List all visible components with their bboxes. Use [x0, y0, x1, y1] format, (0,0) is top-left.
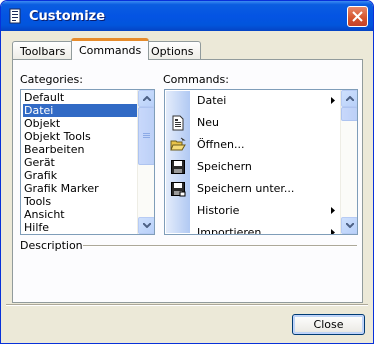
- close-icon: [352, 11, 363, 22]
- arrow-up-icon: [346, 96, 354, 101]
- categories-listbox[interactable]: Default Datei Objekt Objekt Tools Bearbe…: [20, 89, 155, 235]
- command-item[interactable]: Historie: [191, 200, 339, 222]
- command-item[interactable]: Speichern: [191, 156, 339, 178]
- list-item[interactable]: Hilfe: [23, 221, 137, 234]
- submenu-arrow-icon: [331, 207, 335, 214]
- title-bar[interactable]: Customize: [1, 1, 373, 31]
- scroll-down-button[interactable]: [341, 217, 357, 234]
- tab-options[interactable]: Options: [143, 41, 202, 60]
- categories-label: Categories:: [20, 73, 83, 86]
- list-item[interactable]: Grafik: [23, 169, 137, 182]
- command-label: Historie: [197, 204, 240, 217]
- close-window-button[interactable]: [347, 6, 368, 27]
- list-item[interactable]: Bearbeiten: [23, 143, 137, 156]
- command-item[interactable]: Speichern unter...: [191, 178, 339, 200]
- save-icon: [171, 160, 185, 174]
- scroll-up-button[interactable]: [138, 90, 154, 107]
- footer-divider: [6, 304, 368, 306]
- description-label: Description: [20, 239, 83, 252]
- list-item[interactable]: Tools: [23, 195, 137, 208]
- list-item[interactable]: Grafik Marker: [23, 182, 137, 195]
- list-item[interactable]: Ansicht: [23, 208, 137, 221]
- description-divider: [83, 245, 357, 247]
- list-item-selected[interactable]: Datei: [23, 104, 137, 117]
- command-label: Neu: [197, 116, 219, 129]
- command-label: Datei: [197, 94, 227, 107]
- arrow-up-icon: [143, 96, 151, 101]
- categories-scrollbar[interactable]: [137, 90, 154, 234]
- command-item[interactable]: Neu: [191, 112, 339, 134]
- list-item[interactable]: Objekt Tools: [23, 130, 137, 143]
- open-folder-icon: [170, 137, 186, 151]
- command-label: Speichern: [197, 160, 252, 173]
- arrow-down-icon: [346, 223, 354, 228]
- commands-label: Commands:: [163, 73, 229, 86]
- command-label: Speichern unter...: [197, 182, 295, 195]
- commands-scrollbar[interactable]: [340, 90, 357, 234]
- command-label: Importieren: [197, 226, 262, 235]
- list-item[interactable]: Default: [23, 91, 137, 104]
- tab-toolbars[interactable]: Toolbars: [12, 41, 74, 60]
- command-item[interactable]: Datei: [191, 90, 339, 112]
- command-item[interactable]: Importieren: [191, 222, 339, 235]
- scroll-up-button[interactable]: [341, 90, 357, 107]
- commands-panel: Categories: Commands: Default Datei Obje…: [12, 59, 363, 303]
- arrow-down-icon: [143, 223, 151, 228]
- customize-dialog: Customize Toolbars Commands Options Cate…: [0, 0, 374, 344]
- dialog-body: Toolbars Commands Options Categories: Co…: [4, 31, 370, 341]
- scroll-thumb[interactable]: [341, 107, 357, 121]
- scroll-thumb[interactable]: [138, 107, 154, 165]
- tab-commands[interactable]: Commands: [71, 38, 150, 60]
- submenu-arrow-icon: [331, 97, 335, 104]
- scroll-down-button[interactable]: [138, 217, 154, 234]
- window-title: Customize: [29, 9, 106, 24]
- close-button[interactable]: Close: [292, 314, 365, 335]
- command-item[interactable]: Öffnen...: [191, 134, 339, 156]
- list-item[interactable]: Objekt: [23, 117, 137, 130]
- command-label: Öffnen...: [197, 138, 245, 151]
- commands-listbox[interactable]: Datei Neu Öffnen... Speichern Speichern …: [164, 89, 358, 235]
- save-as-icon: [171, 182, 186, 197]
- list-item[interactable]: Gerät: [23, 156, 137, 169]
- app-icon: [9, 8, 21, 24]
- new-document-icon: [172, 115, 184, 131]
- submenu-arrow-icon: [331, 229, 335, 234]
